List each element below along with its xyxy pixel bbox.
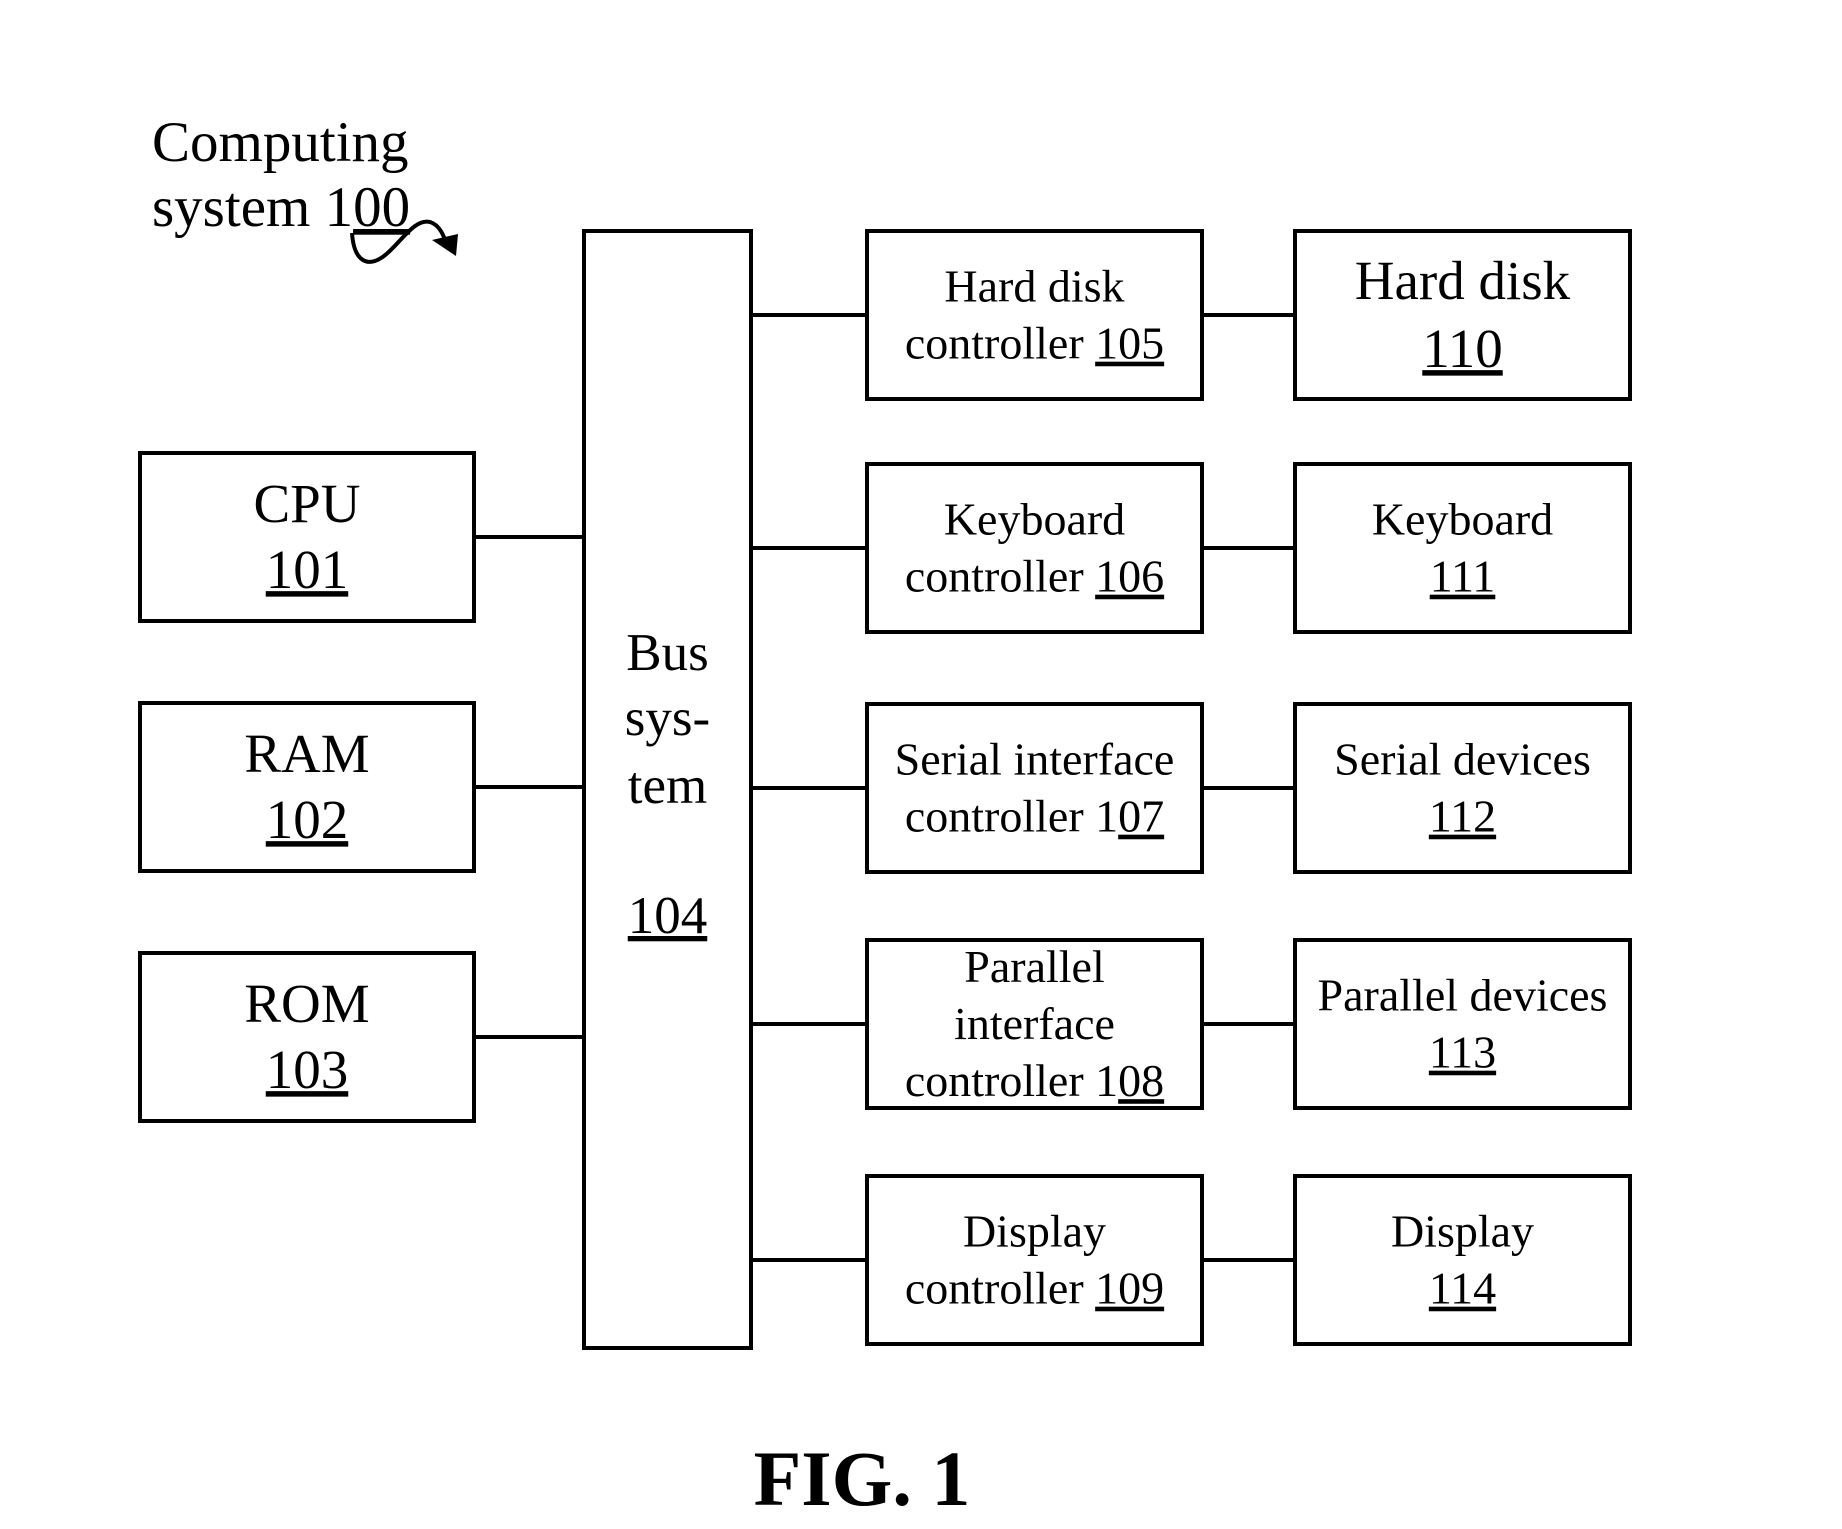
hdc-outline [865,229,1204,401]
kbc-outline [865,462,1204,634]
rom-label-line: ROM [244,973,369,1034]
disp-outline [1293,1174,1632,1346]
system-label-line1: Computing [152,111,409,174]
kbc-label-line: Keyboard [944,494,1125,545]
reference-number: 114 [1429,1263,1496,1314]
reference-number: 110 [1422,318,1502,379]
reference-number: 102 [266,789,349,850]
pic-label-line: controller 108 [905,1055,1164,1106]
sd-outline [1293,702,1632,874]
kb-label-line: Keyboard [1372,494,1553,545]
dc-label-line: Display [963,1206,1106,1257]
dc-outline [865,1174,1204,1346]
hdc-label-line: Hard disk [944,261,1124,312]
bus-label-line: tem [628,757,707,815]
parallel-devices-box: Parallel devices 113 [1293,938,1632,1110]
hard-disk-box: Hard disk 110 [1293,229,1632,401]
reference-number: 112 [1429,791,1496,842]
sic-label-line: Serial interface [895,734,1175,785]
pd-outline [1293,938,1632,1110]
block-diagram: CPU101 RAM102 ROM103 Bus sys-tem 104 Hard disk… [138,111,1632,1522]
reference-number: 109 [1095,1263,1164,1314]
reference-number: 103 [266,1039,349,1100]
bus-label-line: sys- [625,689,710,747]
system-label-line2: system 100 [152,176,410,239]
sd-label-line: Serial devices [1334,734,1591,785]
pic-label-line: interface [954,998,1115,1049]
cpu-label-line: CPU [254,473,361,534]
pic-label-line: Parallel [964,941,1105,992]
rom-box: ROM103 [138,951,476,1123]
component-boxes: CPU101 RAM102 ROM103 Bus sys-tem 104 Hard disk… [138,229,1632,1350]
figure-caption: FIG. 1 [754,1435,971,1522]
serial-interface-controller-box: Serial interface controller 107 [865,702,1204,874]
sic-outline [865,702,1204,874]
reference-number: 07 [1118,791,1164,842]
ram-label-line: RAM [244,723,369,784]
display-box: Display 114 [1293,1174,1632,1346]
reference-number: 105 [1095,318,1164,369]
system-ref-number: 00 [353,176,410,239]
reference-number: 101 [266,539,349,600]
arrowhead-icon [432,234,458,256]
bus-label-line: Bus [626,624,708,682]
hdc-label-line: controller 105 [905,318,1164,369]
dc-label-line: controller 109 [905,1263,1164,1314]
hard-disk-controller-box: Hard disk controller 105 [865,229,1204,401]
reference-number: 111 [1430,551,1496,602]
disp-label-line: Display [1391,1206,1534,1257]
reference-number: 104 [628,887,708,945]
sic-label-line: controller 107 [905,791,1164,842]
display-controller-box: Display controller 109 [865,1174,1204,1346]
serial-devices-box: Serial devices 112 [1293,702,1632,874]
reference-number: 08 [1118,1055,1164,1106]
cpu-box: CPU101 [138,451,476,623]
hd-label-line: Hard disk [1355,250,1571,311]
system-label: Computing system 100 [152,111,458,264]
keyboard-controller-box: Keyboard controller 106 [865,462,1204,634]
kbc-label-line: controller 106 [905,551,1164,602]
kb-outline [1293,462,1632,634]
ram-box: RAM102 [138,701,476,873]
reference-number: 106 [1095,551,1164,602]
parallel-interface-controller-box: Parallel interface controller 108 [865,938,1204,1110]
keyboard-box: Keyboard 111 [1293,462,1632,634]
reference-number: 113 [1429,1027,1496,1078]
pd-label-line: Parallel devices [1318,970,1608,1021]
bus-system-box: Bus sys-tem 104 [582,229,753,1350]
